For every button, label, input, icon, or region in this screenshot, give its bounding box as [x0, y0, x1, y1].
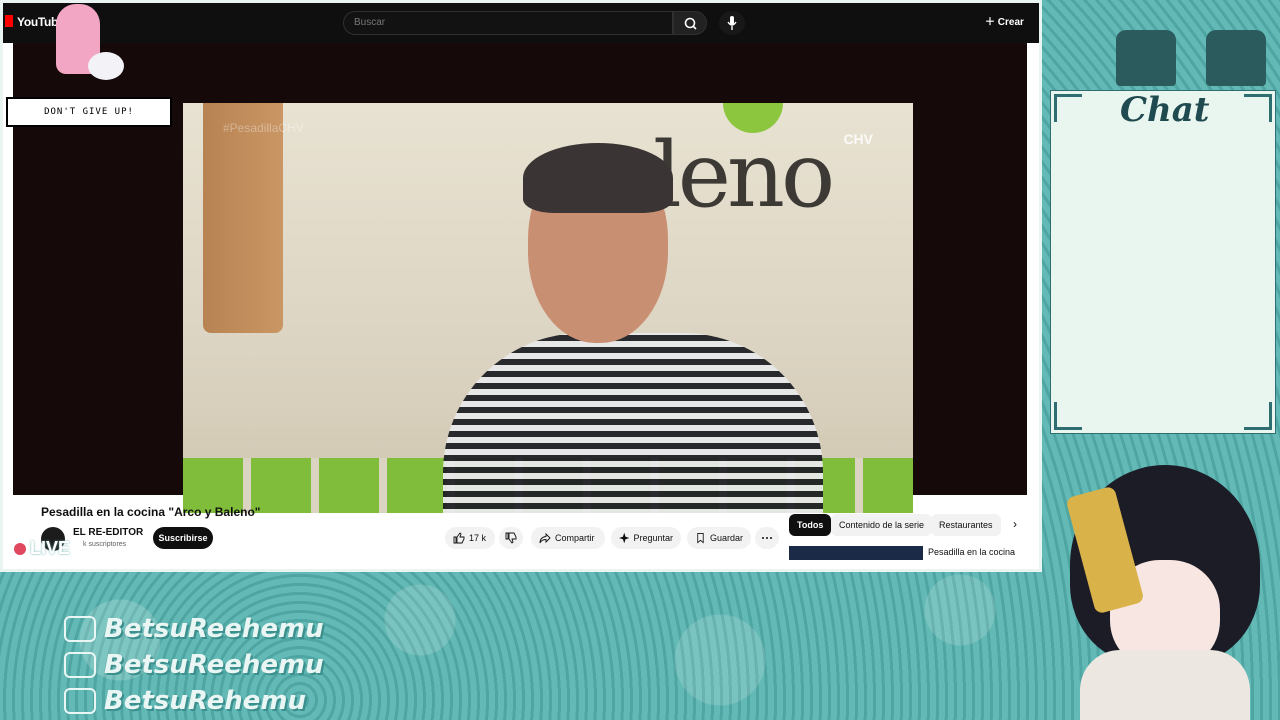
- like-button[interactable]: 17 k: [445, 527, 495, 549]
- share-button[interactable]: Compartir: [531, 527, 605, 549]
- video-wood-board: [203, 103, 283, 333]
- recommended-thumbnail[interactable]: [789, 546, 923, 560]
- search-button[interactable]: [673, 11, 707, 35]
- corner-ornament: [1054, 402, 1082, 430]
- twitch-icon: [64, 688, 96, 714]
- motivation-banner: DON'T GIVE UP!: [6, 97, 172, 127]
- sparkle-icon: [619, 532, 630, 544]
- social-handle: BetsuReehemu: [104, 650, 324, 680]
- corner-ornament: [1054, 94, 1082, 122]
- chip-restaurants[interactable]: Restaurantes: [931, 514, 1001, 536]
- vtuber-avatar: [1040, 450, 1280, 720]
- search-input[interactable]: Buscar: [343, 11, 673, 35]
- thumbs-down-icon: [505, 532, 517, 544]
- youtube-logo-icon[interactable]: [5, 15, 13, 27]
- subscribe-button[interactable]: Suscribirse: [153, 527, 213, 549]
- save-button[interactable]: Guardar: [687, 527, 751, 549]
- ask-button[interactable]: Preguntar: [611, 527, 681, 549]
- more-icon: [762, 537, 772, 539]
- social-handle: BetsuRehemu: [104, 686, 306, 716]
- pixel-character: [48, 4, 132, 84]
- create-label: Crear: [997, 17, 1024, 28]
- chevron-right-icon[interactable]: ›: [1013, 517, 1017, 531]
- share-label: Compartir: [555, 533, 595, 543]
- youtube-icon: [64, 652, 96, 678]
- social-youtube: BetsuReehemu: [64, 650, 324, 680]
- chat-panel[interactable]: [1050, 90, 1276, 434]
- dislike-button[interactable]: [499, 527, 523, 549]
- youtube-topbar: YouTube Buscar ＋ Crear: [3, 3, 1039, 43]
- channel-subscriber-count: k suscriptores: [83, 541, 127, 548]
- microphone-icon: [727, 16, 737, 30]
- social-twitch: BetsuRehemu: [64, 686, 306, 716]
- person-shirt: [443, 333, 823, 513]
- pixel-cat: [88, 52, 124, 80]
- save-label: Guardar: [709, 533, 743, 543]
- social-handle: BetsuReehemu: [104, 614, 324, 644]
- plus-icon: ＋: [985, 17, 998, 28]
- channel-watermark: CHV: [843, 131, 873, 147]
- instagram-icon: [64, 616, 96, 642]
- social-instagram: BetsuReehemu: [64, 614, 324, 644]
- ask-label: Preguntar: [633, 533, 673, 543]
- lantern-icon: [1116, 30, 1176, 86]
- voice-search-button[interactable]: [719, 11, 745, 35]
- search-icon: [684, 17, 697, 30]
- more-actions-button[interactable]: [755, 527, 779, 549]
- browser-window: YouTube Buscar ＋ Crear leno #PesadillaCH…: [0, 0, 1042, 572]
- share-icon: [539, 532, 551, 544]
- chat-title: Chat: [1120, 90, 1210, 130]
- chip-all[interactable]: Todos: [789, 514, 832, 536]
- live-dot-icon: [14, 542, 26, 555]
- video-frame[interactable]: leno #PesadillaCHV CHV: [183, 103, 913, 513]
- live-label: LIVE: [30, 538, 71, 558]
- chip-series[interactable]: Contenido de la serie: [831, 514, 933, 536]
- lantern-icon: [1206, 30, 1266, 86]
- avatar-body: [1080, 650, 1250, 720]
- video-person: [443, 133, 823, 513]
- channel-name[interactable]: EL RE-EDITOR: [73, 527, 143, 538]
- live-indicator: LIVE: [14, 538, 70, 559]
- thumbs-up-icon: [453, 532, 465, 544]
- bookmark-icon: [697, 533, 704, 544]
- create-button[interactable]: ＋ Crear: [985, 13, 1024, 28]
- like-count: 17 k: [469, 533, 487, 543]
- corner-ornament: [1244, 402, 1272, 430]
- video-title: Pesadilla en la cocina "Arco y Baleno": [41, 505, 261, 519]
- video-hashtag: #PesadillaCHV: [223, 121, 304, 135]
- person-hair: [523, 143, 673, 213]
- recommended-title[interactable]: Pesadilla en la cocina: [928, 547, 1015, 557]
- corner-ornament: [1244, 94, 1272, 122]
